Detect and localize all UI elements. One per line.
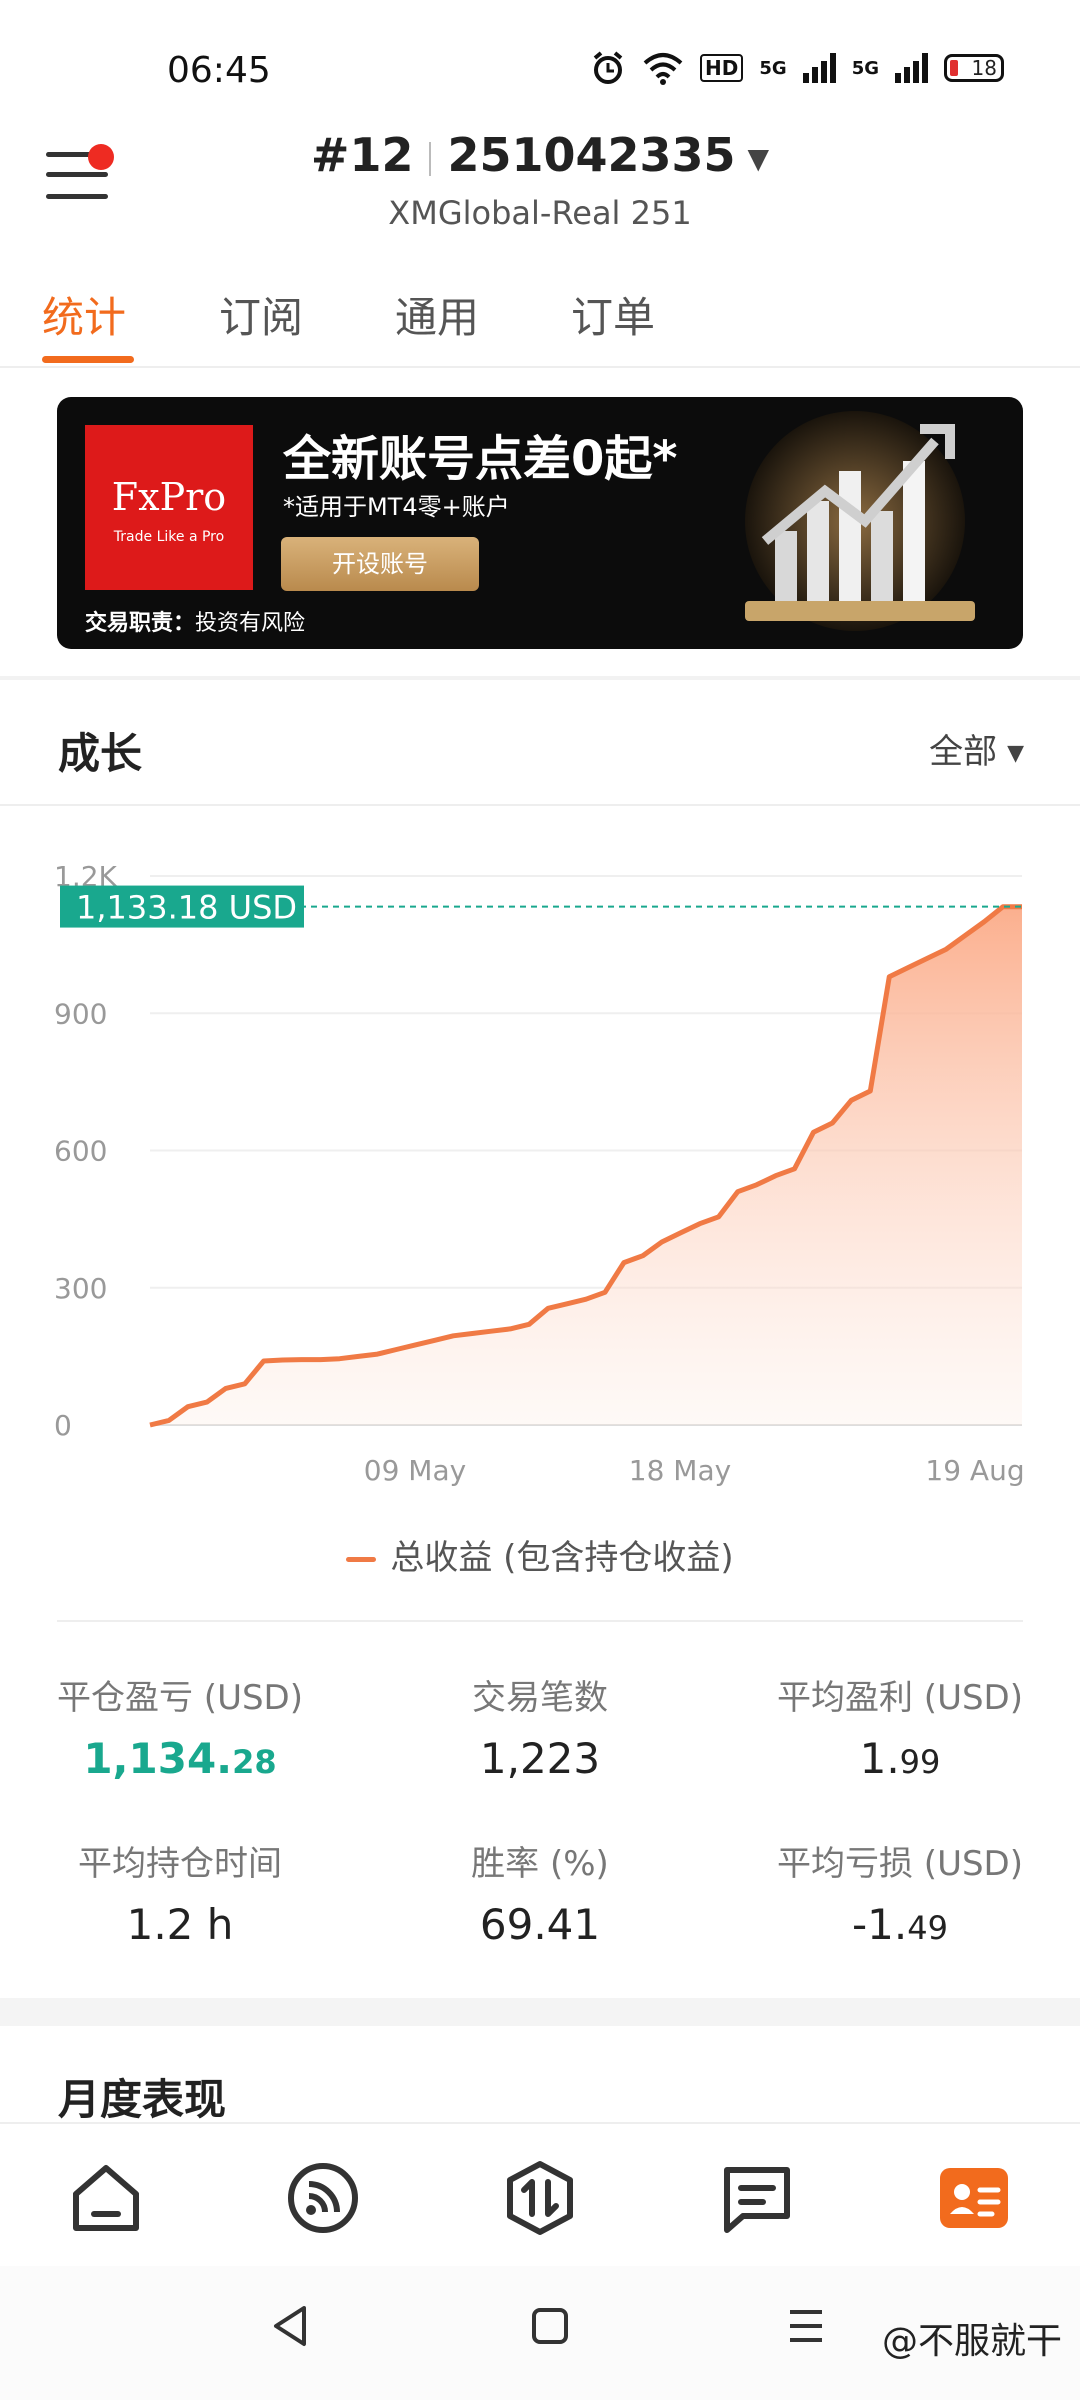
watermark: @不服就干 [881, 2321, 1062, 2362]
alarm-icon [593, 51, 623, 84]
current-value-label: 1,133.18 USD [76, 889, 297, 927]
risk-text: 投资有风险 [195, 611, 306, 636]
stat-label-avg-hold-time: 平均持仓时间 [78, 1844, 282, 1884]
signal-icon-2 [895, 53, 928, 83]
stat-value-avg-profit: 1.99 [720, 1734, 1080, 1783]
x-tick-label: 18 May [629, 1454, 731, 1487]
home-square-icon[interactable] [530, 2306, 570, 2346]
tab-subscribe[interactable]: 订阅 [219, 284, 303, 345]
stat-label-trade-count: 交易笔数 [472, 1678, 608, 1718]
x-tick-label: 09 May [364, 1454, 466, 1487]
risk-disclaimer: 交易职责：投资有风险 [85, 605, 305, 637]
growth-filter-dropdown[interactable]: 全部 ▼ [929, 724, 1024, 773]
stat-value-dec: 49 [907, 1909, 948, 1947]
stat-value-main: 1. [859, 1734, 900, 1783]
growth-title: 成长 [58, 729, 143, 778]
status-icons: HD 5G 5G 18 [590, 50, 1004, 86]
network-5g-label-2: 5G [851, 57, 879, 79]
legend-swatch [346, 1557, 377, 1562]
section-gap [0, 1998, 1080, 2026]
monthly-performance-title: 月度表现 [58, 2075, 227, 2124]
y-tick-label: 0 [54, 1409, 72, 1442]
x-tick-label: 19 Aug [925, 1454, 1024, 1487]
growth-chart[interactable]: 03006009001.2K 09 May 18 May 19 Aug 1,133.… [0, 820, 1080, 1500]
divider [0, 804, 1080, 806]
stat-label-avg-loss: 平均亏损 (USD) [777, 1844, 1023, 1884]
trade-icon[interactable] [502, 2160, 578, 2236]
stat-value-dec: 99 [899, 1743, 941, 1781]
y-tick-label: 900 [54, 997, 107, 1030]
stat-value-main: 1.2 h [126, 1900, 234, 1949]
stat-value-main: -1. [852, 1900, 908, 1949]
network-5g-label: 5G [759, 57, 787, 79]
caret-down-icon: ▼ [747, 142, 770, 175]
account-id: 251042335 [447, 128, 736, 182]
home-icon[interactable] [68, 2160, 144, 2236]
tab-underline [42, 356, 134, 363]
tab-general[interactable]: 通用 [395, 284, 479, 345]
account-selector[interactable]: #12 251042335 ▼ [0, 128, 1080, 182]
stat-label-closed-pnl: 平仓盈亏 (USD) [57, 1678, 303, 1718]
account-number: #12 [310, 128, 414, 182]
signal-feed-icon[interactable] [285, 2160, 361, 2236]
stat-value-trade-count: 1,223 [360, 1734, 720, 1783]
battery-level: 18 [971, 56, 997, 80]
wifi-icon [643, 53, 683, 85]
growth-filter-label: 全部 [929, 732, 998, 772]
chart-legend: 总收益 (包含持仓收益) [0, 1530, 1080, 1579]
stat-value-main: 1,223 [479, 1734, 601, 1783]
stat-value-main: 69.41 [479, 1900, 601, 1949]
divider [57, 1620, 1023, 1622]
y-tick-label: 300 [54, 1272, 107, 1305]
fxpro-logo: FxPro Trade Like a Pro [85, 425, 253, 590]
back-icon[interactable] [270, 2304, 310, 2348]
banner-headline: 全新账号点差0起* [283, 431, 678, 487]
risk-label: 交易职责： [85, 611, 196, 636]
ad-banner[interactable]: FxPro Trade Like a Pro 全新账号点差0起* *适用于MT4… [57, 397, 1023, 649]
logo-tagline: Trade Like a Pro [113, 529, 225, 545]
stat-label-avg-profit: 平均盈利 (USD) [777, 1678, 1023, 1718]
stat-value-win-rate: 69.41 [360, 1900, 720, 1949]
tab-orders[interactable]: 订单 [571, 284, 655, 345]
chart-graphic-icon [745, 411, 975, 631]
recent-apps-icon[interactable] [786, 2306, 826, 2346]
stat-value-avg-hold-time: 1.2 h [0, 1900, 360, 1949]
battery-icon: 18 [944, 54, 1004, 82]
divider [0, 366, 1080, 368]
stat-value-avg-loss: -1.49 [720, 1900, 1080, 1949]
growth-area [150, 906, 1022, 1425]
open-account-button[interactable]: 开设账号 [281, 537, 479, 591]
logo-text: FxPro [111, 475, 227, 519]
caret-down-icon: ▼ [1007, 741, 1024, 766]
tab-statistics[interactable]: 统计 [42, 284, 126, 345]
signal-icon [802, 53, 836, 83]
server-name: XMGlobal-Real 251 [388, 194, 692, 232]
y-tick-label: 600 [54, 1135, 107, 1168]
hd-icon: HD [700, 54, 744, 82]
section-gap [0, 676, 1080, 680]
profile-card-icon[interactable] [936, 2160, 1012, 2236]
chat-icon[interactable] [719, 2160, 795, 2236]
stat-value-main: 1,134. [83, 1734, 233, 1783]
stat-value-dec: 28 [232, 1743, 277, 1781]
status-time: 06:45 [167, 50, 271, 91]
bottom-nav [0, 2122, 1080, 2268]
stat-label-win-rate: 胜率 (%) [471, 1844, 609, 1884]
legend-label: 总收益 (包含持仓收益) [390, 1538, 734, 1578]
stat-value-closed-pnl: 1,134.28 [0, 1734, 360, 1783]
banner-subline: *适用于MT4零+账户 [283, 493, 510, 521]
